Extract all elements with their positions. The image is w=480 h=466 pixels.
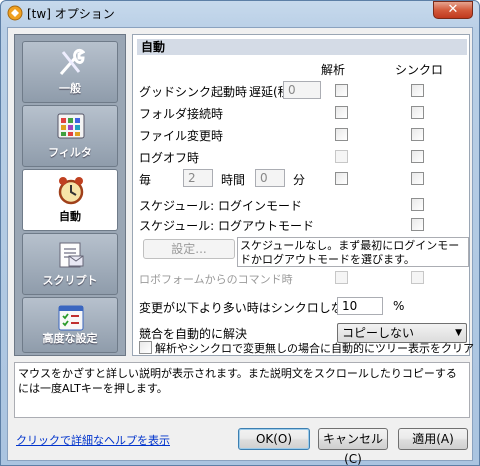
- roboform-analyze-checkbox[interactable]: [335, 271, 348, 284]
- settings-panel: 自動 解析 シンクロ グッドシンク起動時 遅延(秒) 0 フォルダ接続時 ファイ…: [132, 34, 474, 356]
- goodsync-start-analyze-checkbox[interactable]: [335, 84, 348, 97]
- resolve-selected-value: コピーしない: [342, 326, 415, 340]
- ok-button[interactable]: OK(O): [238, 428, 310, 450]
- sidebar-item-advanced[interactable]: 高度な設定: [22, 297, 118, 353]
- column-header-analyze: 解析: [321, 63, 346, 77]
- clear-tree-label: 解析やシンクロで変更無しの場合に自動的にツリー表示をクリア: [155, 342, 474, 355]
- sidebar-item-general[interactable]: 一般: [22, 41, 118, 103]
- roboform-command-label: ロボフォームからのコマンド時: [139, 273, 293, 286]
- alarm-clock-icon: [58, 177, 84, 205]
- folder-connect-sync-checkbox[interactable]: [411, 106, 424, 119]
- goodsync-start-label: グッドシンク起動時: [139, 85, 248, 99]
- schedule-settings-button[interactable]: 設定...: [143, 239, 235, 259]
- schedule-logout-label: スケジュール: ログアウトモード: [139, 219, 315, 233]
- file-change-sync-checkbox[interactable]: [411, 128, 424, 141]
- sidebar-item-label: スクリプト: [42, 274, 98, 287]
- goodsync-start-sync-checkbox[interactable]: [411, 84, 424, 97]
- no-sync-threshold-label: 変更が以下より多い時はシンクロしない:: [139, 301, 359, 315]
- interval-sync-checkbox[interactable]: [411, 172, 424, 185]
- sidebar-item-auto[interactable]: 自動: [22, 169, 118, 231]
- script-icon: [59, 242, 84, 268]
- logoff-analyze-checkbox[interactable]: [335, 150, 348, 163]
- schedule-login-label: スケジュール: ログインモード: [139, 199, 303, 213]
- minutes-input[interactable]: 0: [255, 169, 285, 187]
- clear-tree-checkbox[interactable]: [139, 341, 152, 354]
- schedule-note: スケジュールなし。まず最初にログインモードかログアウトモードを選びます。: [237, 237, 469, 267]
- file-change-analyze-checkbox[interactable]: [335, 128, 348, 141]
- delay-input[interactable]: 0: [283, 81, 321, 99]
- sidebar-item-script[interactable]: スクリプト: [22, 233, 118, 295]
- checklist-icon: [58, 305, 84, 331]
- close-button[interactable]: ✕: [433, 1, 473, 19]
- threshold-input[interactable]: 10: [337, 297, 383, 315]
- category-sidebar: 一般 フィルタ 自動 スクリプト 高度な設定: [14, 34, 126, 356]
- logoff-label: ログオフ時: [139, 151, 200, 165]
- column-header-sync: シンクロ: [395, 63, 444, 77]
- hours-input[interactable]: 2: [183, 169, 213, 187]
- sidebar-item-label: フィルタ: [48, 146, 92, 159]
- dialog-client: 一般 フィルタ 自動 スクリプト 高度な設定 自動 解析 シンクロ グッドシンク…: [7, 27, 474, 466]
- folder-connect-analyze-checkbox[interactable]: [335, 106, 348, 119]
- threshold-unit: %: [393, 299, 405, 313]
- apply-button[interactable]: 適用(A): [398, 428, 468, 450]
- help-link[interactable]: クリックで詳細なヘルプを表示: [16, 432, 170, 448]
- grid-icon: [57, 113, 85, 139]
- title-bar[interactable]: [tw] オプション ✕: [1, 1, 479, 25]
- file-change-label: ファイル変更時: [139, 129, 224, 143]
- every-label: 毎: [139, 173, 152, 187]
- minutes-label: 分: [293, 173, 306, 187]
- cancel-button[interactable]: キャンセル(C): [318, 428, 388, 466]
- schedule-logout-checkbox[interactable]: [411, 218, 424, 231]
- sidebar-item-filter[interactable]: フィルタ: [22, 105, 118, 167]
- section-title: 自動: [137, 39, 467, 55]
- schedule-login-checkbox[interactable]: [411, 198, 424, 211]
- roboform-sync-checkbox[interactable]: [411, 271, 424, 284]
- hours-label: 時間: [221, 173, 246, 187]
- interval-analyze-checkbox[interactable]: [335, 172, 348, 185]
- window-title: [tw] オプション: [27, 7, 115, 21]
- sidebar-item-label: 高度な設定: [42, 332, 98, 345]
- sidebar-item-label: 自動: [59, 210, 81, 223]
- description-box[interactable]: マウスをかざすと詳しい説明が表示されます。また説明文をスクロールしたりコピーする…: [14, 362, 470, 418]
- wrench-icon: [59, 48, 85, 75]
- logoff-sync-checkbox[interactable]: [411, 150, 424, 163]
- app-icon: [7, 5, 23, 21]
- sidebar-item-label: 一般: [59, 82, 81, 95]
- folder-connect-label: フォルダ接続時: [139, 107, 224, 121]
- options-window: [tw] オプション ✕ 一般 フィルタ 自動 スクリプト 高度な設定 自動 解…: [0, 0, 480, 466]
